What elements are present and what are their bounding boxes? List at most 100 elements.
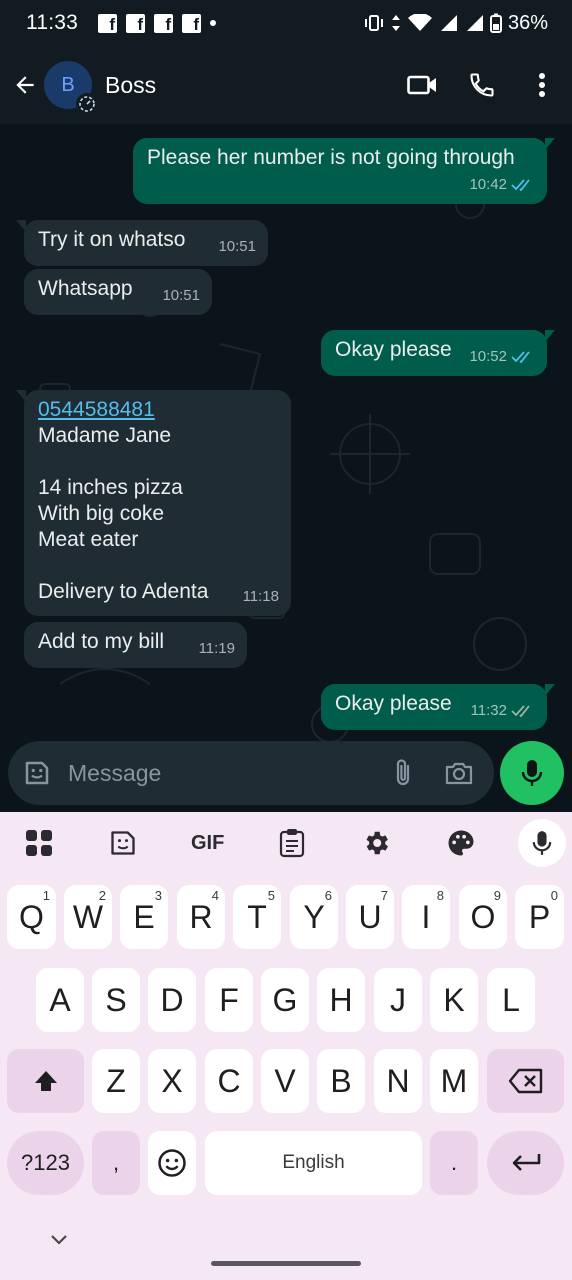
key-x[interactable]: X [148,1049,196,1113]
enter-key[interactable] [487,1131,564,1195]
key-hint: 7 [380,888,388,903]
symbols-key[interactable]: ?123 [7,1131,84,1195]
key-r[interactable]: R4 [177,885,225,949]
chat-header: B Boss [0,46,572,124]
apps-grid-button[interactable] [12,816,66,870]
key-z[interactable]: Z [92,1049,140,1113]
shift-key[interactable] [7,1049,84,1113]
key-label: N [386,1062,410,1099]
message-outgoing[interactable]: Please her number is not going through 1… [133,138,555,204]
back-button[interactable] [2,62,48,108]
video-call-icon [407,75,436,95]
contact-name[interactable]: Boss [105,72,156,99]
key-label: . [450,1150,458,1175]
message-input[interactable]: Message [8,741,494,805]
key-m[interactable]: M [430,1049,478,1113]
data-arrows-icon [391,15,400,31]
key-y[interactable]: Y6 [290,885,338,949]
message-placeholder: Message [68,759,162,786]
key-u[interactable]: U7 [346,885,394,949]
key-hint: 9 [493,888,501,903]
key-label: T [247,898,267,935]
key-s[interactable]: S [92,968,140,1032]
wifi-icon [407,14,432,31]
arrow-back-icon [16,76,34,94]
voice-message-button[interactable] [500,741,564,805]
key-c[interactable]: C [205,1049,253,1113]
attach-icon[interactable] [392,758,414,788]
sticker-button[interactable] [96,816,150,870]
message-incoming[interactable]: 0544588481 Madame Jane 14 inches pizza W… [16,390,291,616]
key-e[interactable]: E3 [120,885,168,949]
camera-icon[interactable] [444,760,474,786]
timer-icon [79,96,95,112]
key-o[interactable]: O9 [459,885,507,949]
key-i[interactable]: I8 [402,885,450,949]
message-text: Try it on whatso [38,228,186,251]
key-label: Y [303,898,325,935]
home-indicator[interactable] [211,1261,361,1266]
key-g[interactable]: G [261,968,309,1032]
notification-icons [98,13,216,35]
avatar-letter: B [61,73,75,96]
chat-area[interactable]: Please her number is not going through 1… [0,124,572,812]
key-n[interactable]: N [374,1049,422,1113]
settings-button[interactable] [349,816,403,870]
key-hint: 1 [42,888,50,903]
theme-button[interactable] [434,816,488,870]
key-label: R [189,898,213,935]
bubble-tail [16,390,26,402]
key-label: I [421,898,431,935]
key-a[interactable]: A [36,968,84,1032]
key-t[interactable]: T5 [233,885,281,949]
key-l[interactable]: L [487,968,535,1032]
message-incoming[interactable]: Try it on whatso 10:51 [16,220,268,266]
voice-typing-button[interactable] [517,819,566,867]
key-d[interactable]: D [148,968,196,1032]
key-label: Z [106,1062,126,1099]
gif-button[interactable]: GIF [181,816,235,870]
key-k[interactable]: K [430,968,478,1032]
key-hint: 5 [267,888,275,903]
bubble-tail [16,220,26,232]
key-f[interactable]: F [205,968,253,1032]
clipboard-button[interactable] [265,816,319,870]
message-time: 10:52 [469,348,507,365]
backspace-key[interactable] [487,1049,564,1113]
more-options-button[interactable] [512,55,572,115]
shift-icon [34,1071,57,1091]
dot-icon [210,20,216,26]
message-line: With big coke [38,502,165,525]
video-call-button[interactable] [392,55,452,115]
palette-icon [448,830,474,856]
message-incoming[interactable]: Add to my bill 11:19 [24,622,247,668]
space-key[interactable]: English [205,1131,422,1195]
avatar[interactable]: B [44,61,98,115]
key-v[interactable]: V [261,1049,309,1113]
message-outgoing[interactable]: Okay please 11:32 [321,684,555,730]
key-label: J [390,981,406,1018]
message-text: Whatsapp [38,277,133,300]
message-time: 11:18 [242,588,279,605]
phone-number-link[interactable]: 0544588481 [38,397,277,423]
key-b[interactable]: B [317,1049,365,1113]
sticker-icon[interactable] [22,758,52,788]
message-incoming[interactable]: Whatsapp 10:51 [24,269,212,315]
voice-call-button[interactable] [452,55,512,115]
message-text: Add to my bill [38,630,165,653]
facebook-icon [182,13,201,35]
chevron-down-icon[interactable] [48,1232,70,1246]
key-w[interactable]: W2 [64,885,112,949]
message-meta: 10:52 [469,344,535,370]
key-label: V [274,1062,296,1099]
message-line-blank [38,449,277,475]
period-key[interactable]: . [430,1131,478,1195]
message-meta: 10:51 [162,283,200,309]
key-q[interactable]: Q1 [7,885,56,949]
key-j[interactable]: J [374,968,422,1032]
key-h[interactable]: H [317,968,365,1032]
emoji-key[interactable] [148,1131,196,1195]
key-p[interactable]: P0 [515,885,564,949]
comma-key[interactable]: , [92,1131,140,1195]
message-outgoing[interactable]: Okay please 10:52 [321,330,555,376]
